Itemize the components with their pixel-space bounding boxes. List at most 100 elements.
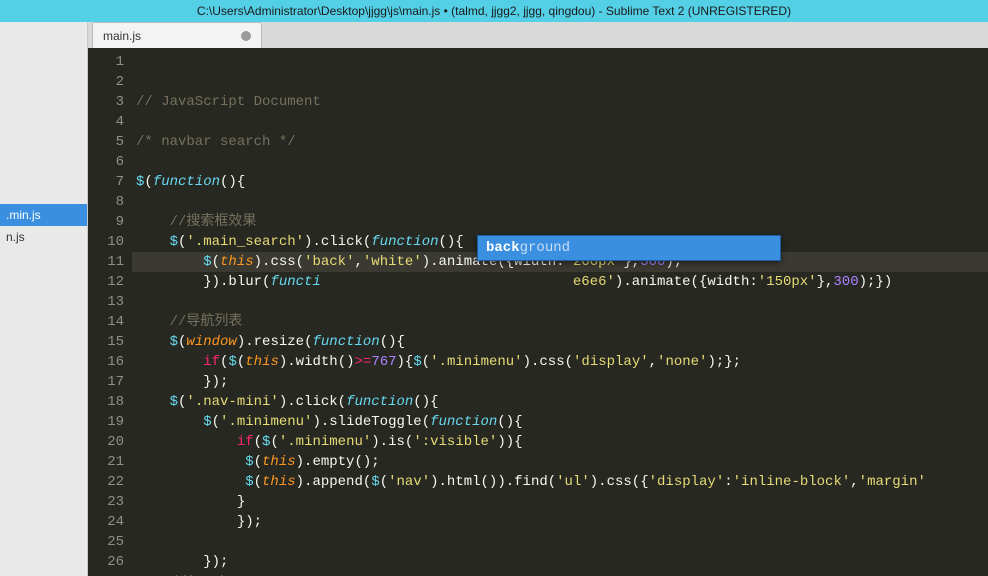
code-token: css xyxy=(270,254,295,270)
code-token: ). xyxy=(371,434,388,450)
code-token: 'margin' xyxy=(859,474,926,490)
code-token: 300 xyxy=(833,274,858,290)
window-title-bar: C:\Users\Administrator\Desktop\jjgg\js\m… xyxy=(0,0,988,22)
code-token: functi xyxy=(270,274,320,290)
code-line[interactable]: $('.nav-mini').click(function(){ xyxy=(132,392,988,412)
line-number: 15 xyxy=(92,332,124,352)
line-number: 13 xyxy=(92,292,124,312)
code-token: (){ xyxy=(439,234,464,250)
code-token: ( xyxy=(422,354,430,370)
code-token: ( xyxy=(296,254,304,270)
sidebar-file-item[interactable]: .min.js xyxy=(0,204,87,226)
workspace: .min.jsn.js main.js 12345678910111213141… xyxy=(0,22,988,576)
code-line[interactable] xyxy=(132,152,988,172)
code-token: ()). xyxy=(481,474,515,490)
editor-tab[interactable]: main.js xyxy=(92,22,262,48)
code-token: if xyxy=(237,434,254,450)
code-line[interactable]: //搜索框效果 xyxy=(132,212,988,232)
code-token xyxy=(136,474,245,490)
code-token: function xyxy=(312,334,379,350)
code-token xyxy=(136,234,170,250)
code-token: $ xyxy=(371,474,379,490)
code-token: , xyxy=(850,474,858,490)
code-token: ){ xyxy=(397,354,414,370)
tab-bar[interactable]: main.js xyxy=(88,22,988,48)
code-line[interactable]: if($(this).width()>=767){$('.minimenu').… xyxy=(132,352,988,372)
line-number: 10 xyxy=(92,232,124,252)
code-token: css xyxy=(539,354,564,370)
line-number: 22 xyxy=(92,472,124,492)
code-token xyxy=(136,254,203,270)
code-content[interactable]: // JavaScript Document /* navbar search *… xyxy=(132,48,988,576)
autocomplete-popup[interactable]: background xyxy=(477,235,781,261)
line-number: 8 xyxy=(92,192,124,212)
code-token: e6e6' xyxy=(573,274,615,290)
code-token: find xyxy=(514,474,548,490)
code-line[interactable]: $('.minimenu').slideToggle(function(){ xyxy=(132,412,988,432)
code-token xyxy=(136,414,203,430)
code-line[interactable]: } xyxy=(132,492,988,512)
code-line[interactable] xyxy=(132,112,988,132)
code-token: resize xyxy=(254,334,304,350)
code-line[interactable] xyxy=(132,192,988,212)
autocomplete-match: back xyxy=(486,238,520,258)
sidebar-file-item[interactable]: n.js xyxy=(0,226,87,248)
line-number: 7 xyxy=(92,172,124,192)
code-token: blur xyxy=(228,274,262,290)
code-line[interactable]: /* navbar search */ xyxy=(132,132,988,152)
code-line[interactable]: $(function(){ xyxy=(132,172,988,192)
code-token: if xyxy=(203,354,220,370)
code-token: );}; xyxy=(707,354,741,370)
file-sidebar[interactable]: .min.jsn.js xyxy=(0,22,88,576)
code-token: ( xyxy=(380,474,388,490)
autocomplete-rest: ground xyxy=(520,238,570,258)
code-token: ). xyxy=(296,474,313,490)
code-token: ( xyxy=(144,174,152,190)
code-token: }); xyxy=(136,554,228,570)
code-token: ). xyxy=(279,394,296,410)
code-token: empty xyxy=(312,454,354,470)
code-pane[interactable]: 1234567891011121314151617181920212223242… xyxy=(88,48,988,576)
code-line[interactable] xyxy=(132,292,988,312)
code-token: 'none' xyxy=(657,354,707,370)
code-token: this xyxy=(262,454,296,470)
code-token: ). xyxy=(279,354,296,370)
code-token: ). xyxy=(615,274,632,290)
code-token: 767 xyxy=(371,354,396,370)
code-line[interactable] xyxy=(132,532,988,552)
code-line[interactable]: $(window).resize(function(){ xyxy=(132,332,988,352)
line-number: 14 xyxy=(92,312,124,332)
code-token: //搜索框效果 xyxy=(170,214,257,230)
code-token xyxy=(136,214,170,230)
line-number: 4 xyxy=(92,112,124,132)
code-token: this xyxy=(245,354,279,370)
code-token: ':visible' xyxy=(413,434,497,450)
code-line[interactable]: $(this).empty(); xyxy=(132,452,988,472)
code-line[interactable]: }); xyxy=(132,552,988,572)
code-line[interactable]: if($('.minimenu').is(':visible')){ xyxy=(132,432,988,452)
line-number: 5 xyxy=(92,132,124,152)
code-token: click xyxy=(321,234,363,250)
code-token xyxy=(321,274,573,290)
code-line[interactable]: }); xyxy=(132,512,988,532)
line-number: 11 xyxy=(92,252,124,272)
window-title: C:\Users\Administrator\Desktop\jjgg\js\m… xyxy=(197,4,791,18)
line-number: 23 xyxy=(92,492,124,512)
code-token: $ xyxy=(245,454,253,470)
code-line[interactable]: $(this).append($('nav').html()).find('ul… xyxy=(132,472,988,492)
code-token: append xyxy=(312,474,362,490)
tab-label: main.js xyxy=(103,29,141,43)
code-token: } xyxy=(136,494,245,510)
code-token: this xyxy=(220,254,254,270)
code-token: '.minimenu' xyxy=(430,354,522,370)
code-line[interactable]: }); xyxy=(132,372,988,392)
code-line[interactable]: //导航列表 xyxy=(132,312,988,332)
code-token: , xyxy=(649,354,657,370)
code-line[interactable]: //imgchange xyxy=(132,572,988,576)
code-token: (); xyxy=(354,454,379,470)
code-token: $ xyxy=(203,254,211,270)
code-token: () xyxy=(338,354,355,370)
code-line[interactable]: }).blur(functi e6e6').animate({width:'15… xyxy=(132,272,988,292)
code-token: '.minimenu' xyxy=(279,434,371,450)
code-line[interactable]: // JavaScript Document xyxy=(132,92,988,112)
